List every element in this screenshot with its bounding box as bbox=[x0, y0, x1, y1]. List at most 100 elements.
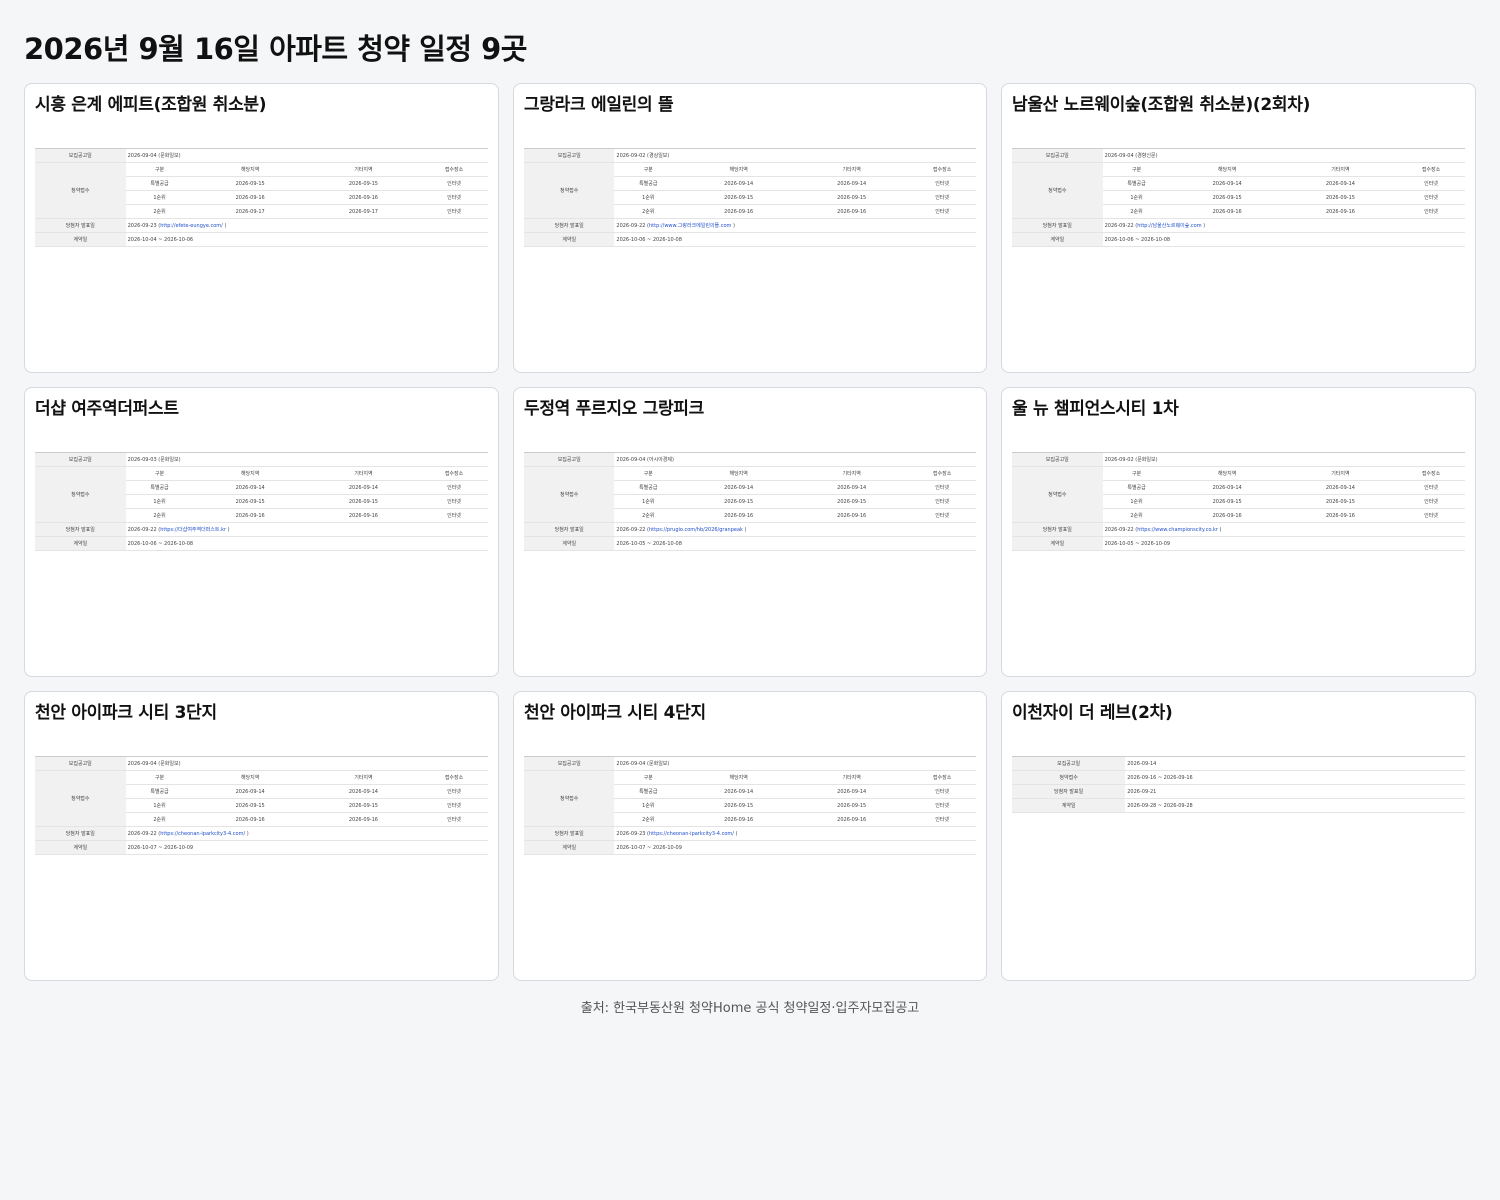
col-type-header: 구분 bbox=[614, 466, 683, 481]
row-type: 1순위 bbox=[614, 190, 683, 205]
contract-label: 계약일 bbox=[1012, 536, 1103, 551]
winners-label: 당첨자 발표일 bbox=[1012, 784, 1126, 799]
col-other-header: 기타지역 bbox=[795, 466, 909, 481]
row-other-date: 2026-09-17 bbox=[306, 204, 421, 219]
table-row: 계약일 2026-09-28 ~ 2026-09-28 bbox=[1012, 798, 1465, 813]
winners-value: 2026-09-22 (https://www.championscity.co… bbox=[1102, 522, 1465, 537]
row-place: 인터넷 bbox=[908, 190, 976, 205]
table-row: 청약접수 2026-09-16 ~ 2026-09-16 bbox=[1012, 770, 1465, 785]
row-place: 인터넷 bbox=[420, 176, 488, 191]
contract-label: 계약일 bbox=[524, 536, 615, 551]
subscribe-label: 청약접수 bbox=[35, 466, 126, 523]
table-row: 당첨자 발표일 2026-09-22 (http://남울산노르웨이숲.com … bbox=[1012, 218, 1465, 233]
schedule-table: 모집공고일 2026-09-02 (문화일보) 청약접수 구분 해당지역 기타지… bbox=[1012, 452, 1465, 551]
subscribe-label: 청약접수 bbox=[1012, 162, 1103, 219]
col-other-header: 기타지역 bbox=[1283, 466, 1398, 481]
winners-value: 2026-09-22 (https://더샵여주역더퍼스트.kr ) bbox=[125, 522, 488, 537]
row-local-date: 2026-09-15 bbox=[193, 494, 307, 509]
col-type-header: 구분 bbox=[614, 770, 683, 785]
announce-label: 모집공고일 bbox=[35, 756, 126, 771]
col-place-header: 접수장소 bbox=[420, 466, 488, 481]
winners-link[interactable]: http://efete-eungye.com/ bbox=[160, 223, 223, 229]
table-row: 청약접수 구분 해당지역 기타지역 접수장소 bbox=[524, 770, 976, 827]
listing-card: 더샵 여주역더퍼스트 모집공고일 2026-09-03 (문화일보) 청약접수 … bbox=[24, 387, 499, 677]
card-title: 천안 아이파크 시티 3단지 bbox=[35, 703, 217, 723]
col-place-header: 접수장소 bbox=[908, 466, 976, 481]
row-type: 특별공급 bbox=[614, 784, 683, 799]
winners-close: ) bbox=[742, 526, 747, 533]
winners-close: ) bbox=[1217, 526, 1222, 533]
col-other-header: 기타지역 bbox=[306, 770, 421, 785]
card-title: 그랑라크 에일린의 뜰 bbox=[524, 95, 674, 115]
winners-date: 2026-09-22 ( bbox=[616, 223, 649, 229]
row-other-date: 2026-09-16 bbox=[1283, 204, 1398, 219]
row-place: 인터넷 bbox=[420, 508, 488, 523]
row-other-date: 2026-09-14 bbox=[1283, 176, 1398, 191]
row-place: 인터넷 bbox=[908, 784, 976, 799]
winners-link[interactable]: https://cheonan-iparkcity3-4.com/ bbox=[160, 831, 245, 837]
col-local-header: 해당지역 bbox=[193, 770, 307, 785]
row-place: 인터넷 bbox=[420, 812, 488, 827]
contract-value: 2026-10-06 ~ 2026-10-08 bbox=[614, 232, 976, 247]
table-row: 당첨자 발표일 2026-09-23 (https://cheonan-ipar… bbox=[524, 826, 976, 841]
winners-value: 2026-09-22 (https://cheonan-iparkcity3-4… bbox=[125, 826, 488, 841]
row-local-date: 2026-09-15 bbox=[193, 176, 307, 191]
col-place-header: 접수장소 bbox=[908, 162, 976, 177]
row-local-date: 2026-09-14 bbox=[1170, 480, 1284, 495]
row-local-date: 2026-09-16 bbox=[1170, 204, 1284, 219]
contract-value: 2026-10-07 ~ 2026-10-09 bbox=[125, 840, 488, 855]
row-other-date: 2026-09-14 bbox=[795, 176, 909, 191]
subscribe-label: 청약접수 bbox=[35, 162, 126, 219]
listing-card-simple: 이천자이 더 레브(2차) 모집공고일 2026-09-14 청약접수 2026… bbox=[1001, 691, 1476, 981]
row-place: 인터넷 bbox=[908, 798, 976, 813]
card-grid: 시흥 은계 에피트(조합원 취소분) 모집공고일 2026-09-04 (문화일… bbox=[24, 83, 1476, 981]
winners-link[interactable]: http://남울산노르웨이숲.com bbox=[1137, 223, 1201, 229]
winners-date: 2026-09-22 ( bbox=[1104, 223, 1138, 229]
table-row: 모집공고일 2026-09-04 (문화일보) bbox=[35, 148, 488, 163]
row-type: 특별공급 bbox=[614, 176, 683, 191]
table-row: 당첨자 발표일 2026-09-22 (https://cheonan-ipar… bbox=[35, 826, 488, 841]
col-local-header: 해당지역 bbox=[1170, 162, 1284, 177]
page-title: 2026년 9월 16일 아파트 청약 일정 9곳 bbox=[24, 32, 527, 66]
row-place: 인터넷 bbox=[1397, 176, 1465, 191]
source-footer: 출처: 한국부동산원 청약Home 공식 청약일정·입주자모집공고 bbox=[580, 1001, 920, 1016]
schedule-table: 모집공고일 2026-09-03 (문화일보) 청약접수 구분 해당지역 기타지… bbox=[35, 452, 488, 551]
col-other-header: 기타지역 bbox=[306, 466, 421, 481]
subscribe-label: 청약접수 bbox=[524, 770, 615, 827]
table-row: 청약접수 구분 해당지역 기타지역 접수장소 bbox=[1012, 162, 1465, 219]
row-other-date: 2026-09-15 bbox=[1283, 190, 1398, 205]
table-row: 모집공고일 2026-09-04 (아시아경제) bbox=[524, 452, 976, 467]
table-row: 계약일 2026-10-05 ~ 2026-10-09 bbox=[1012, 536, 1465, 551]
announce-label: 모집공고일 bbox=[35, 148, 126, 163]
winners-link[interactable]: https://더샵여주역더퍼스트.kr bbox=[160, 527, 226, 533]
winners-link[interactable]: https://www.championscity.co.kr bbox=[1137, 527, 1218, 533]
row-type: 특별공급 bbox=[1102, 480, 1171, 495]
winners-link[interactable]: https://cheonan-iparkcity3-4.com/ bbox=[649, 831, 734, 837]
row-type: 2순위 bbox=[125, 204, 194, 219]
row-local-date: 2026-09-15 bbox=[682, 190, 796, 205]
table-row: 모집공고일 2026-09-04 (문화일보) bbox=[35, 756, 488, 771]
table-row: 청약접수 구분 해당지역 기타지역 접수장소 bbox=[35, 770, 488, 827]
winners-link[interactable]: https://prugio.com/hb/2026/granpeak bbox=[649, 527, 743, 533]
row-type: 특별공급 bbox=[125, 784, 194, 799]
row-place: 인터넷 bbox=[1397, 204, 1465, 219]
row-place: 인터넷 bbox=[908, 176, 976, 191]
row-other-date: 2026-09-16 bbox=[795, 508, 909, 523]
winners-link[interactable]: http://www.그랑라크에일린의뜰.com bbox=[649, 223, 731, 229]
listing-card: 그랑라크 에일린의 뜰 모집공고일 2026-09-02 (경상일보) 청약접수… bbox=[513, 83, 987, 373]
col-local-header: 해당지역 bbox=[682, 466, 796, 481]
col-type-header: 구분 bbox=[614, 162, 683, 177]
subscribe-label: 청약접수 bbox=[524, 162, 615, 219]
announce-label: 모집공고일 bbox=[1012, 148, 1103, 163]
row-place: 인터넷 bbox=[1397, 508, 1465, 523]
card-title: 남울산 노르웨이숲(조합원 취소분)(2회차) bbox=[1012, 95, 1311, 115]
card-title: 이천자이 더 레브(2차) bbox=[1012, 703, 1173, 723]
table-row: 모집공고일 2026-09-14 bbox=[1012, 756, 1465, 771]
announce-value: 2026-09-04 (문화일보) bbox=[125, 148, 488, 163]
announce-value: 2026-09-04 (경향신문) bbox=[1102, 148, 1465, 163]
contract-label: 계약일 bbox=[1012, 232, 1103, 247]
contract-label: 계약일 bbox=[35, 232, 126, 247]
row-local-date: 2026-09-16 bbox=[682, 204, 796, 219]
row-type: 2순위 bbox=[1102, 204, 1171, 219]
col-type-header: 구분 bbox=[1102, 466, 1171, 481]
